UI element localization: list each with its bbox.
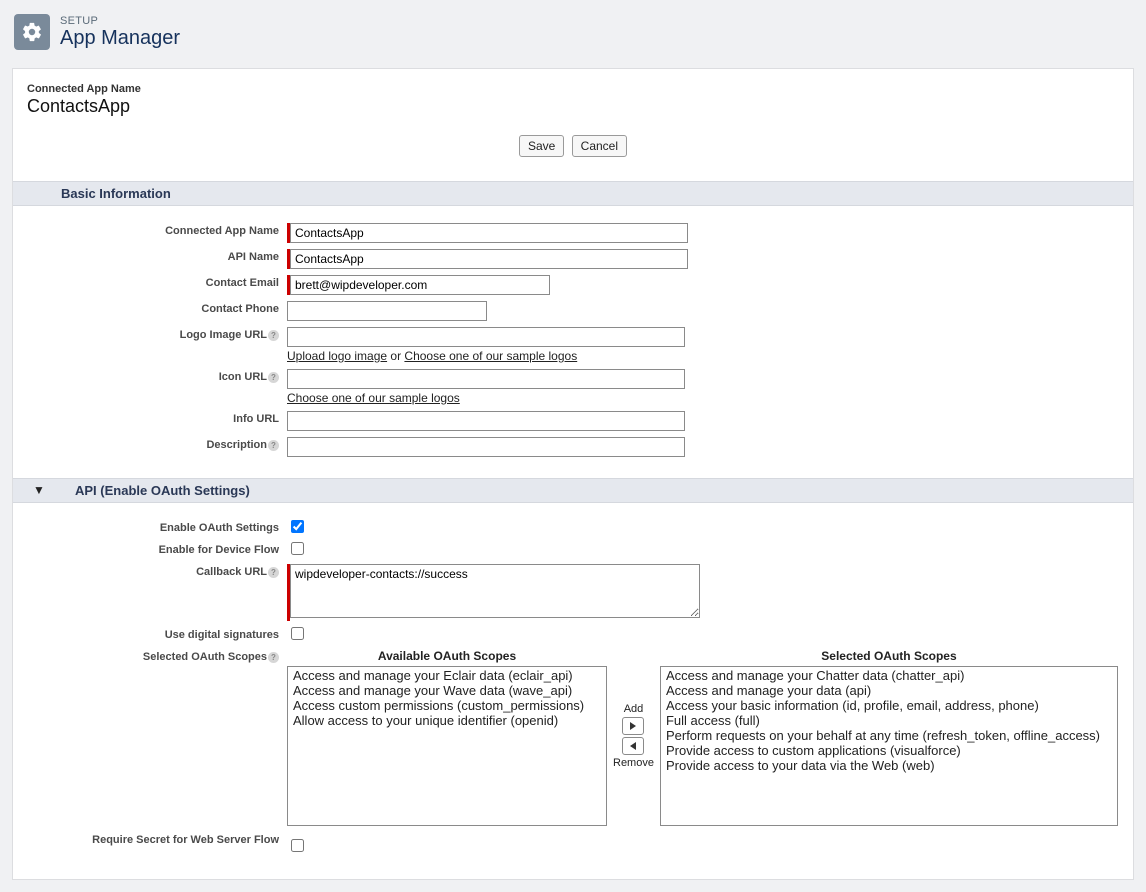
action-buttons: Save Cancel — [13, 135, 1133, 157]
selected-scope-item[interactable]: Access your basic information (id, profi… — [662, 698, 1116, 713]
label-contact-email: Contact Email — [206, 277, 279, 289]
label-info-url: Info URL — [233, 413, 279, 425]
input-info-url[interactable] — [287, 411, 685, 431]
selected-scope-item[interactable]: Provide access to your data via the Web … — [662, 758, 1116, 773]
available-scope-item[interactable]: Access and manage your Eclair data (ecla… — [289, 668, 605, 683]
checkbox-enable-oauth[interactable] — [291, 520, 304, 533]
section-basic-information: Basic Information — [13, 181, 1133, 206]
connected-app-name-label: Connected App Name — [27, 83, 1121, 95]
help-icon[interactable]: ? — [268, 652, 279, 663]
input-api-name[interactable] — [290, 249, 688, 269]
page-header: SETUP App Manager — [0, 0, 1146, 60]
available-scopes-list[interactable]: Access and manage your Eclair data (ecla… — [287, 666, 607, 826]
selected-scopes-title: Selected OAuth Scopes — [660, 649, 1118, 663]
label-api-name: API Name — [228, 251, 279, 263]
available-scope-item[interactable]: Access and manage your Wave data (wave_a… — [289, 683, 605, 698]
label-enable-device-flow: Enable for Device Flow — [159, 544, 279, 556]
api-form: Enable OAuth Settings Enable for Device … — [13, 517, 1133, 858]
header-text: SETUP App Manager — [60, 15, 180, 50]
checkbox-require-secret[interactable] — [291, 839, 304, 852]
checkbox-use-digital-signatures[interactable] — [291, 627, 304, 640]
selected-scope-item[interactable]: Access and manage your data (api) — [662, 683, 1116, 698]
basic-info-form: Connected App Name API Name Contact Emai… — [13, 220, 1133, 460]
link-choose-sample-icon[interactable]: Choose one of our sample logos — [287, 391, 460, 405]
label-callback-url: Callback URL — [196, 566, 267, 578]
input-description[interactable] — [287, 437, 685, 457]
label-contact-phone: Contact Phone — [201, 303, 279, 315]
label-selected-oauth-scopes: Selected OAuth Scopes — [143, 651, 267, 663]
remove-label: Remove — [613, 757, 654, 769]
help-icon[interactable]: ? — [268, 440, 279, 451]
input-icon-url[interactable] — [287, 369, 685, 389]
link-upload-logo[interactable]: Upload logo image — [287, 349, 387, 363]
label-logo-image-url: Logo Image URL — [180, 329, 267, 341]
selected-scope-item[interactable]: Provide access to custom applications (v… — [662, 743, 1116, 758]
available-scopes-column: Available OAuth Scopes Access and manage… — [287, 649, 607, 826]
textarea-callback-url[interactable] — [290, 564, 700, 618]
selected-scopes-column: Selected OAuth Scopes Access and manage … — [660, 649, 1118, 826]
available-scope-item[interactable]: Allow access to your unique identifier (… — [289, 713, 605, 728]
help-icon[interactable]: ? — [268, 372, 279, 383]
gear-icon — [14, 14, 50, 50]
collapse-toggle-icon[interactable]: ▼ — [33, 483, 45, 497]
input-contact-email[interactable] — [290, 275, 550, 295]
label-enable-oauth: Enable OAuth Settings — [160, 522, 279, 534]
selected-scope-item[interactable]: Full access (full) — [662, 713, 1116, 728]
input-contact-phone[interactable] — [287, 301, 487, 321]
app-name-block: Connected App Name ContactsApp — [13, 79, 1133, 123]
selected-scope-item[interactable]: Perform requests on your behalf at any t… — [662, 728, 1116, 743]
label-use-digital-signatures: Use digital signatures — [165, 629, 279, 641]
label-description: Description — [206, 439, 267, 451]
selected-scopes-list[interactable]: Access and manage your Chatter data (cha… — [660, 666, 1118, 826]
main-panel: Connected App Name ContactsApp Save Canc… — [12, 68, 1134, 880]
help-icon[interactable]: ? — [268, 330, 279, 341]
available-scope-item[interactable]: Access custom permissions (custom_permis… — [289, 698, 605, 713]
label-require-secret: Require Secret for Web Server Flow — [92, 834, 279, 846]
remove-scope-button[interactable] — [622, 737, 644, 755]
input-logo-image-url[interactable] — [287, 327, 685, 347]
link-choose-sample-logo[interactable]: Choose one of our sample logos — [404, 349, 577, 363]
scope-transfer-controls: Add Remove — [613, 703, 654, 769]
connected-app-name-value: ContactsApp — [27, 96, 1121, 117]
label-connected-app-name: Connected App Name — [165, 225, 279, 237]
label-icon-url: Icon URL — [219, 371, 267, 383]
section-api-oauth: ▼ API (Enable OAuth Settings) — [13, 478, 1133, 503]
save-button[interactable]: Save — [519, 135, 564, 157]
help-icon[interactable]: ? — [268, 567, 279, 578]
selected-scope-item[interactable]: Access and manage your Chatter data (cha… — [662, 668, 1116, 683]
header-kicker: SETUP — [60, 15, 180, 27]
add-scope-button[interactable] — [622, 717, 644, 735]
add-label: Add — [624, 703, 644, 715]
available-scopes-title: Available OAuth Scopes — [287, 649, 607, 663]
input-connected-app-name[interactable] — [290, 223, 688, 243]
checkbox-enable-device-flow[interactable] — [291, 542, 304, 555]
logo-or-text: or — [387, 349, 404, 363]
section-api-title: API (Enable OAuth Settings) — [75, 483, 250, 498]
page-title: App Manager — [60, 27, 180, 50]
cancel-button[interactable]: Cancel — [572, 135, 627, 157]
